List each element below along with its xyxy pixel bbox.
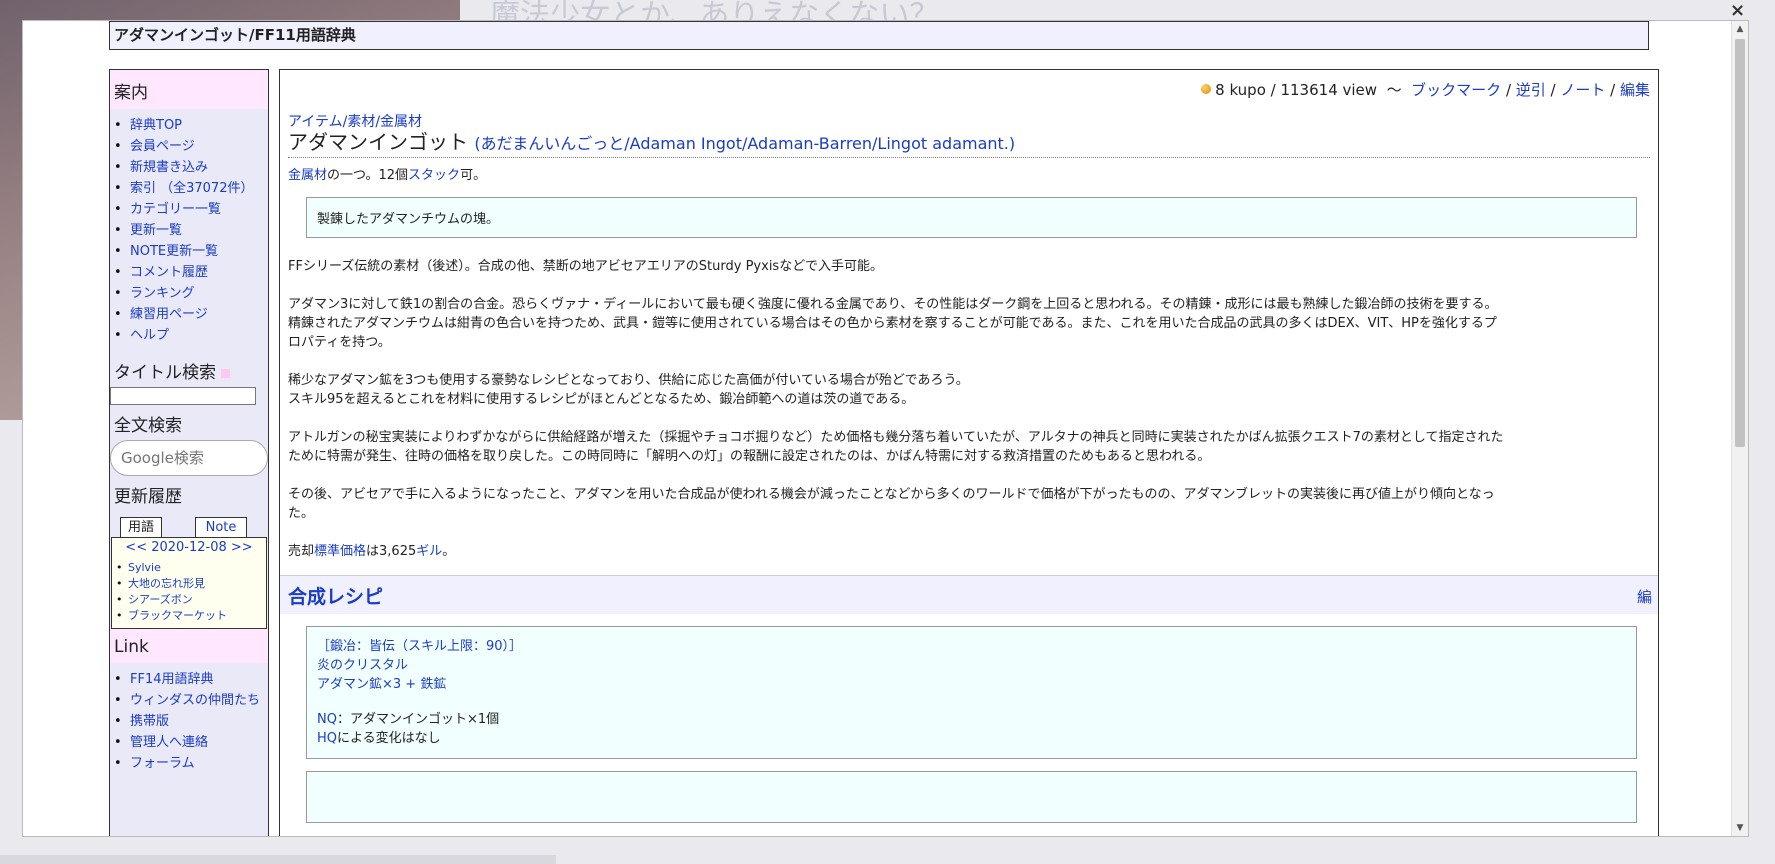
recipe-skill: ［鍛冶：皆伝（スキル上限：90）］ [317, 639, 523, 654]
sidebar-link-contact[interactable]: 管理人へ連絡 [114, 732, 268, 753]
guide-menu: 辞典TOP 会員ページ 新規書き込み 索引 （全37072件） カテゴリー一覧 … [110, 109, 268, 352]
meta-separator: 〜 [1386, 81, 1402, 99]
intro-line: 金属材の一つ。12個スタック可。 [288, 168, 487, 183]
google-search-input[interactable] [110, 440, 268, 476]
sidebar-link-ff14[interactable]: FF14用語辞典 [114, 669, 268, 690]
item-description-box: 製錬したアダマンチウムの塊。 [306, 197, 1637, 238]
fulltext-search-label: 全文検索 [114, 416, 182, 436]
page-header: アダマンインゴット/FF11用語辞典 [109, 21, 1649, 50]
page-title: アダマンインゴット [288, 130, 468, 154]
link-heading: Link [110, 629, 268, 663]
page-title-line: アダマンインゴット (あだまんいんごっと/Adaman Ingot/Adaman… [288, 130, 1650, 158]
metal-material-link[interactable]: 金属材 [288, 168, 327, 183]
sidebar-link-forum[interactable]: フォーラム [114, 753, 268, 774]
recipe-hq: HQによる変化はなし [317, 731, 441, 746]
history-tabs: 用語 Note [110, 515, 268, 537]
page-meta: 8 kupo / 113614 view 〜 ブックマーク / 逆引 / ノート… [288, 80, 1650, 100]
paragraph-5b: た。 [288, 506, 315, 521]
recipe-materials: アダマン鉱×3 + 鉄鉱 [317, 677, 447, 692]
history-item[interactable]: Sylvie [116, 560, 266, 576]
sidebar-item-comment-history[interactable]: コメント履歴 [114, 262, 268, 283]
paragraph-3a: 稀少なアダマン鉱を3つも使用する豪勢なレシピとなっており、供給に応じた高価が付い… [288, 373, 969, 388]
title-search-label: タイトル検索 [110, 352, 268, 387]
guide-heading: 案内 [110, 70, 268, 109]
paragraph-4a: アトルガンの秘宝実装によりわずかながらに供給経路が増えた（採掘やチョコボ掘りなど… [288, 430, 1504, 445]
recipe-box-2 [306, 771, 1637, 823]
sidebar-link-windurst[interactable]: ウィンダスの仲間たち [114, 690, 268, 711]
note-link[interactable]: ノート [1560, 81, 1605, 99]
sidebar-item-ranking[interactable]: ランキング [114, 283, 268, 304]
tab-note[interactable]: Note [195, 517, 247, 537]
recipe-box: ［鍛冶：皆伝（スキル上限：90）］ 炎のクリスタル アダマン鉱×3 + 鉄鉱 N… [306, 626, 1637, 759]
sidebar-link-mobile[interactable]: 携帯版 [114, 711, 268, 732]
section-title: 合成レシピ [288, 586, 384, 608]
sidebar-item-index[interactable]: 索引 （全37072件） [114, 178, 268, 199]
pink-square-icon [221, 369, 231, 378]
sidebar-item-help[interactable]: ヘルプ [114, 325, 268, 346]
sidebar-item-new-post[interactable]: 新規書き込み [114, 157, 268, 178]
paragraph-4b: ために特需が発生、往時の価格を取り戻した。この時同時に「解明への灯」の報酬に設定… [288, 449, 1211, 464]
sidebar-item-member-page[interactable]: 会員ページ [114, 136, 268, 157]
sidebar-item-dictionary-top[interactable]: 辞典TOP [114, 115, 268, 136]
link-menu: FF14用語辞典 ウィンダスの仲間たち 携帯版 管理人へ連絡 フォーラム [110, 663, 268, 780]
history-label: 更新履歴 [114, 487, 182, 507]
breadcrumb[interactable]: アイテム/素材/金属材 [288, 114, 1650, 130]
paragraph-2c: ロパティを持つ。 [288, 335, 391, 350]
paragraph-1: FFシリーズ伝統の素材（後述）。合成の他、禁断の地アビセアエリアのSturdy … [288, 259, 883, 274]
bookmark-link[interactable]: ブックマーク [1411, 81, 1501, 99]
sidebar-item-categories[interactable]: カテゴリー一覧 [114, 199, 268, 220]
title-search-input[interactable] [110, 387, 256, 405]
history-list: Sylvie 大地の忘れ形見 シアーズボン ブラックマーケット [112, 558, 266, 628]
breadcrumb-link[interactable]: アイテム/素材/金属材 [288, 114, 422, 130]
sidebar-item-practice[interactable]: 練習用ページ [114, 304, 268, 325]
edit-link[interactable]: 編集 [1620, 81, 1650, 99]
paragraph-2b: 精錬されたアダマンチウムは紺青の色合いを持つため、武具・鎧等に使用されている場合… [288, 316, 1497, 331]
backdrop-status-bar [0, 855, 556, 864]
title-reading: (あだまんいんごっと/Adaman Ingot/Adaman-Barren/Li… [474, 134, 1016, 153]
view-count: 8 kupo / 113614 view [1215, 81, 1378, 99]
history-item[interactable]: シアーズボン [116, 592, 266, 608]
paragraph-3b: スキル95を超えるとこれを材料に使用するレシピがほとんどとなるため、鍛冶師範への… [288, 392, 915, 407]
history-item[interactable]: 大地の忘れ形見 [116, 576, 266, 592]
sidebar: 案内 辞典TOP 会員ページ 新規書き込み 索引 （全37072件） カテゴリー… [109, 69, 269, 836]
paragraph-5a: その後、アビセアで手に入るようになったこと、アダマンを用いた合成品が使われる機会… [288, 487, 1495, 502]
section-heading-recipe: 合成レシピ 編 [280, 575, 1658, 614]
scroll-up-icon[interactable]: ▲ [1732, 21, 1748, 37]
tab-terms[interactable]: 用語 [120, 517, 162, 537]
sidebar-item-updates[interactable]: 更新一覧 [114, 220, 268, 241]
hq-link[interactable]: HQ [317, 731, 337, 746]
sale-price-line: 売却標準価格は3,625ギル。 [288, 544, 456, 559]
reverse-link[interactable]: 逆引 [1516, 81, 1546, 99]
vertical-scrollbar[interactable]: ▲ ▼ [1731, 21, 1748, 836]
fire-crystal-link[interactable]: 炎のクリスタル [317, 658, 408, 673]
paragraph-2a: アダマン3に対して鉄1の割合の合金。恐らくヴァナ・ディールにおいて最も硬く強度に… [288, 297, 1498, 312]
standard-price-link[interactable]: 標準価格 [314, 544, 366, 559]
stack-link[interactable]: スタック [408, 168, 460, 183]
nq-link[interactable]: NQ [317, 712, 337, 727]
sidebar-item-note-updates[interactable]: NOTE更新一覧 [114, 241, 268, 262]
scrollbar-thumb[interactable] [1735, 39, 1745, 447]
history-calendar: << 2020-12-08 >> Sylvie 大地の忘れ形見 シアーズボン ブ… [111, 537, 267, 629]
kupo-coin-icon [1201, 84, 1212, 94]
main-content: 8 kupo / 113614 view 〜 ブックマーク / 逆引 / ノート… [279, 69, 1659, 836]
history-item[interactable]: ブラックマーケット [116, 608, 266, 624]
section-edit-link[interactable]: 編 [1637, 586, 1652, 607]
scroll-down-icon[interactable]: ▼ [1732, 820, 1748, 836]
recipe-nq: NQ：アダマンインゴット×1個 [317, 712, 500, 727]
calendar-nav[interactable]: << 2020-12-08 >> [112, 538, 266, 558]
dictionary-modal: アダマンインゴット/FF11用語辞典 案内 辞典TOP 会員ページ 新規書き込み… [22, 20, 1749, 837]
close-icon[interactable]: × [1730, 0, 1745, 21]
gil-link[interactable]: ギル [416, 544, 442, 559]
